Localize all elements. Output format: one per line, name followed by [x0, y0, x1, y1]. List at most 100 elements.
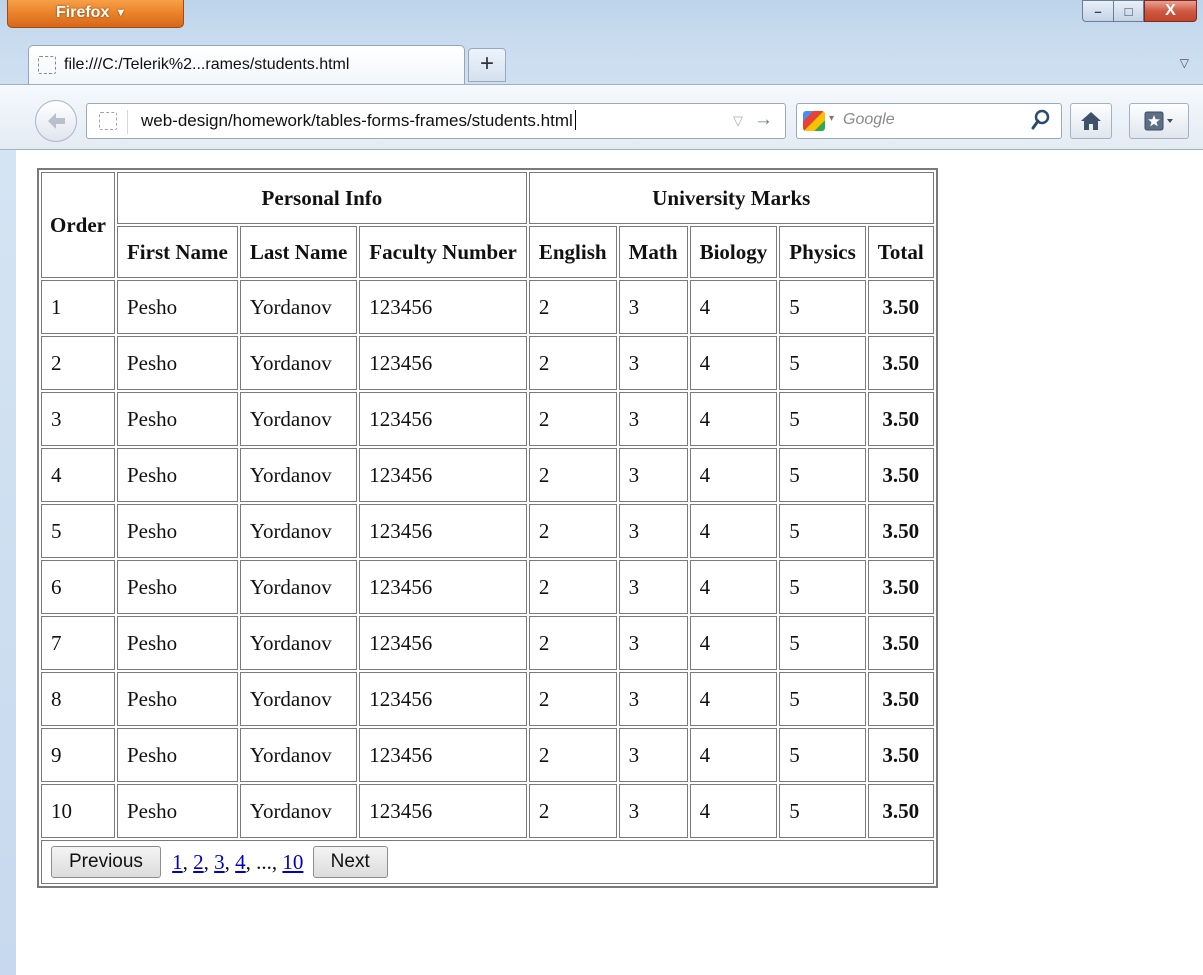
- cell-english: 2: [528, 280, 617, 334]
- cell-biology: 4: [689, 672, 778, 726]
- cell-faculty: 123456: [359, 504, 527, 558]
- header-first-name: First Name: [116, 226, 238, 278]
- new-tab-button[interactable]: +: [468, 48, 506, 82]
- cell-math: 3: [618, 448, 688, 502]
- previous-button[interactable]: Previous: [51, 846, 161, 878]
- header-last-name: Last Name: [239, 226, 358, 278]
- cell-first: Pesho: [116, 392, 238, 446]
- cell-first: Pesho: [116, 504, 238, 558]
- cell-last: Yordanov: [239, 784, 358, 838]
- cell-total: 3.50: [867, 448, 934, 502]
- cell-faculty: 123456: [359, 728, 527, 782]
- cell-order: 7: [41, 616, 115, 670]
- cell-english: 2: [528, 336, 617, 390]
- page-links: 1, 2, 3, 4, ..., 10: [172, 849, 304, 874]
- cell-total: 3.50: [867, 280, 934, 334]
- cell-faculty: 123456: [359, 280, 527, 334]
- cell-english: 2: [528, 560, 617, 614]
- page-link-3[interactable]: 3: [214, 850, 225, 874]
- table-row: 3 Pesho Yordanov 123456 2 3 4 5 3.50: [41, 392, 934, 446]
- cell-english: 2: [528, 672, 617, 726]
- chevron-down-icon: ▽: [1179, 56, 1189, 70]
- cell-biology: 4: [689, 392, 778, 446]
- cell-biology: 4: [689, 560, 778, 614]
- cell-faculty: 123456: [359, 672, 527, 726]
- page-link-1[interactable]: 1: [172, 850, 183, 874]
- cell-last: Yordanov: [239, 392, 358, 446]
- cell-total: 3.50: [867, 504, 934, 558]
- home-button[interactable]: [1070, 103, 1112, 139]
- cell-physics: 5: [779, 616, 866, 670]
- search-input[interactable]: Google: [843, 111, 895, 129]
- cell-biology: 4: [689, 280, 778, 334]
- minimize-icon: –: [1094, 3, 1102, 19]
- url-input[interactable]: web-design/homework/tables-forms-frames/…: [141, 104, 576, 138]
- header-physics: Physics: [779, 226, 866, 278]
- cell-math: 3: [618, 784, 688, 838]
- maximize-button[interactable]: □: [1113, 0, 1144, 22]
- cell-total: 3.50: [867, 392, 934, 446]
- cell-last: Yordanov: [239, 336, 358, 390]
- tab-students[interactable]: file:///C:/Telerik%2...rames/students.ht…: [28, 45, 465, 84]
- cell-english: 2: [528, 784, 617, 838]
- table-row: 8 Pesho Yordanov 123456 2 3 4 5 3.50: [41, 672, 934, 726]
- cell-total: 3.50: [867, 616, 934, 670]
- cell-order: 10: [41, 784, 115, 838]
- cell-math: 3: [618, 616, 688, 670]
- cell-biology: 4: [689, 616, 778, 670]
- header-biology: Biology: [689, 226, 778, 278]
- cell-first: Pesho: [116, 336, 238, 390]
- pagination-cell: Previous 1, 2, 3, 4, ..., 10 Next: [41, 840, 934, 884]
- cell-math: 3: [618, 504, 688, 558]
- history-dropdown-icon[interactable]: ▽: [733, 104, 743, 138]
- cell-physics: 5: [779, 784, 866, 838]
- cell-first: Pesho: [116, 448, 238, 502]
- search-bar[interactable]: ▾ Google: [796, 103, 1062, 139]
- cell-order: 5: [41, 504, 115, 558]
- cell-physics: 5: [779, 504, 866, 558]
- bookmarks-button[interactable]: [1129, 103, 1189, 139]
- cell-math: 3: [618, 280, 688, 334]
- list-all-tabs-button[interactable]: ▽: [1180, 56, 1189, 70]
- cell-physics: 5: [779, 560, 866, 614]
- table-row: 1 Pesho Yordanov 123456 2 3 4 5 3.50: [41, 280, 934, 334]
- google-icon[interactable]: [803, 111, 825, 131]
- page-icon: [38, 56, 56, 74]
- page-link-2[interactable]: 2: [193, 850, 204, 874]
- page-link-4[interactable]: 4: [235, 850, 246, 874]
- cell-total: 3.50: [867, 560, 934, 614]
- minimize-button[interactable]: –: [1082, 0, 1113, 22]
- cell-order: 2: [41, 336, 115, 390]
- cell-faculty: 123456: [359, 336, 527, 390]
- firefox-menu-button[interactable]: Firefox ▼: [7, 0, 184, 28]
- site-identity-icon: [99, 112, 117, 130]
- engine-chevron-icon[interactable]: ▾: [829, 113, 834, 124]
- header-university-marks: University Marks: [528, 172, 934, 224]
- cell-order: 8: [41, 672, 115, 726]
- cell-math: 3: [618, 392, 688, 446]
- cell-last: Yordanov: [239, 504, 358, 558]
- cell-math: 3: [618, 560, 688, 614]
- close-button[interactable]: X: [1144, 0, 1197, 22]
- cell-physics: 5: [779, 728, 866, 782]
- header-personal-info: Personal Info: [116, 172, 527, 224]
- cell-math: 3: [618, 672, 688, 726]
- cell-last: Yordanov: [239, 672, 358, 726]
- address-bar[interactable]: web-design/homework/tables-forms-frames/…: [86, 103, 786, 139]
- search-icon[interactable]: [1031, 108, 1051, 132]
- cell-last: Yordanov: [239, 616, 358, 670]
- firefox-menu-label: Firefox: [56, 4, 110, 21]
- cell-physics: 5: [779, 392, 866, 446]
- back-button[interactable]: [35, 100, 77, 142]
- cell-total: 3.50: [867, 784, 934, 838]
- cell-faculty: 123456: [359, 616, 527, 670]
- plus-icon: +: [479, 50, 494, 77]
- page-link-last[interactable]: 10: [282, 850, 303, 874]
- cell-total: 3.50: [867, 728, 934, 782]
- cell-first: Pesho: [116, 280, 238, 334]
- chevron-down-icon: ▼: [115, 7, 127, 19]
- cell-first: Pesho: [116, 672, 238, 726]
- go-arrow-icon[interactable]: →: [754, 103, 773, 137]
- url-divider: [127, 110, 128, 134]
- next-button[interactable]: Next: [312, 846, 388, 878]
